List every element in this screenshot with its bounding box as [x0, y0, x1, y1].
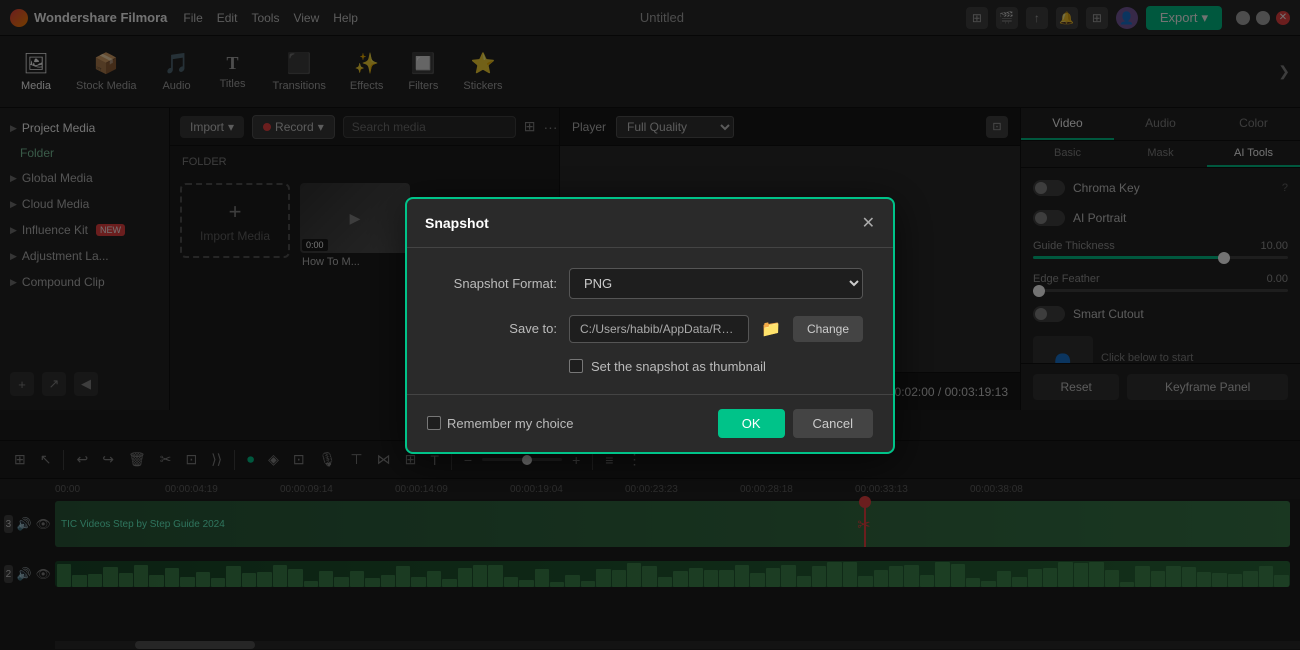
- modal-close-button[interactable]: ✕: [862, 213, 875, 233]
- saveto-path: C:/Users/habib/AppData/Roar: [569, 315, 749, 343]
- modal-body: Snapshot Format: PNGJPGBMP Save to: C:/U…: [407, 248, 893, 394]
- format-select[interactable]: PNGJPGBMP: [569, 268, 863, 299]
- change-button[interactable]: Change: [793, 316, 863, 342]
- modal-footer: Remember my choice OK Cancel: [407, 394, 893, 452]
- remember-checkbox[interactable]: [427, 416, 441, 430]
- thumbnail-row: Set the snapshot as thumbnail: [437, 359, 863, 374]
- modal-overlay: Snapshot ✕ Snapshot Format: PNGJPGBMP Sa…: [0, 0, 1300, 650]
- browse-button[interactable]: 📁: [761, 319, 781, 339]
- saveto-label: Save to:: [437, 321, 557, 336]
- cancel-button[interactable]: Cancel: [793, 409, 873, 438]
- format-label: Snapshot Format:: [437, 276, 557, 291]
- thumbnail-label: Set the snapshot as thumbnail: [591, 359, 766, 374]
- thumbnail-checkbox[interactable]: [569, 359, 583, 373]
- ok-button[interactable]: OK: [718, 409, 785, 438]
- saveto-row: Save to: C:/Users/habib/AppData/Roar 📁 C…: [437, 315, 863, 343]
- remember-row: Remember my choice: [427, 416, 573, 431]
- format-row: Snapshot Format: PNGJPGBMP: [437, 268, 863, 299]
- modal-title: Snapshot: [425, 215, 489, 231]
- snapshot-modal: Snapshot ✕ Snapshot Format: PNGJPGBMP Sa…: [405, 197, 895, 454]
- remember-label: Remember my choice: [447, 416, 573, 431]
- modal-header: Snapshot ✕: [407, 199, 893, 248]
